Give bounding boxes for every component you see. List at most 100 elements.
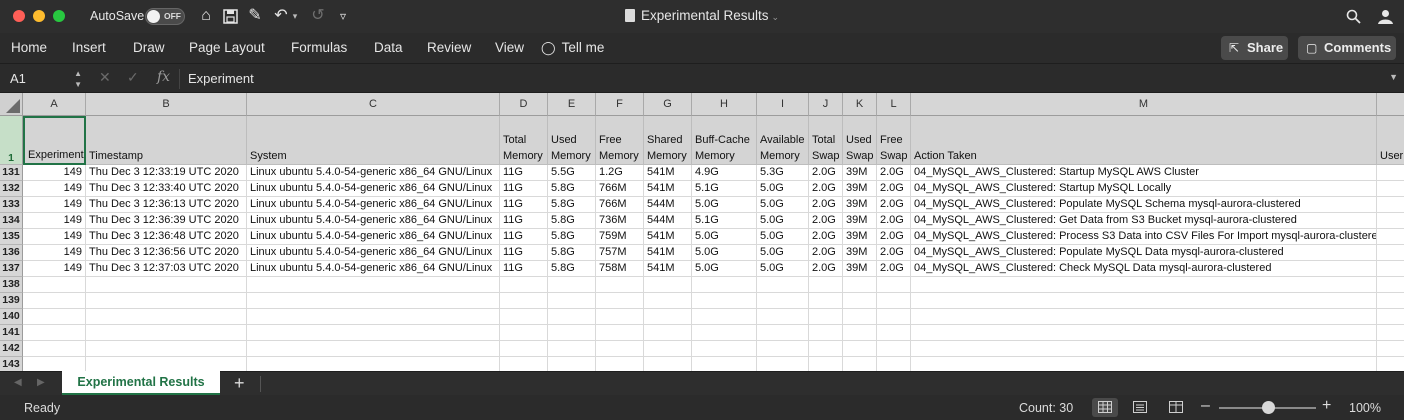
next-sheet-icon[interactable]: ▶ [37,377,45,388]
empty-cell[interactable] [247,277,500,293]
empty-cell[interactable] [843,341,877,357]
empty-cell[interactable] [500,357,548,371]
column-header-n[interactable]: N [1377,93,1404,116]
empty-cell[interactable] [86,277,247,293]
empty-cell[interactable] [843,357,877,371]
row-header[interactable]: 138 [0,277,23,293]
table-cell[interactable]: 757M [596,245,644,261]
table-cell[interactable]: Linux ubuntu 5.4.0-54-generic x86_64 GNU… [247,181,500,197]
table-cell[interactable]: 04_MySQL_AWS_Clustered: Get Data from S3… [911,213,1377,229]
row-header[interactable]: 142 [0,341,23,357]
table-cell[interactable]: Linux ubuntu 5.4.0-54-generic x86_64 GNU… [247,197,500,213]
empty-cell[interactable] [843,325,877,341]
column-header-l[interactable]: L [877,93,911,116]
page-break-view-button[interactable] [1163,398,1189,417]
empty-cell[interactable] [596,309,644,325]
table-cell[interactable]: Linux ubuntu 5.4.0-54-generic x86_64 GNU… [247,229,500,245]
table-cell[interactable]: Linux ubuntu 5.4.0-54-generic x86_64 GNU… [247,261,500,277]
empty-cell[interactable] [548,293,596,309]
table-cell[interactable]: Linux ubuntu 5.4.0-54-generic x86_64 GNU… [247,213,500,229]
empty-cell[interactable] [692,293,757,309]
account-icon[interactable] [1375,6,1395,26]
header-cell[interactable]: Free Memory [596,116,644,165]
empty-cell[interactable] [911,277,1377,293]
row-header[interactable]: 134 [0,213,23,229]
table-cell[interactable]: 39M [843,197,877,213]
table-cell[interactable]: 5.8G [548,261,596,277]
table-cell[interactable]: 2.0G [877,229,911,245]
empty-cell[interactable] [809,277,843,293]
empty-cell[interactable] [247,309,500,325]
empty-cell[interactable] [877,341,911,357]
empty-cell[interactable] [1377,341,1404,357]
empty-cell[interactable] [23,277,86,293]
tab-view[interactable]: View [495,40,524,55]
table-cell[interactable]: 11G [500,213,548,229]
table-cell[interactable]: 5.8G [548,213,596,229]
empty-cell[interactable] [500,277,548,293]
table-cell[interactable]: 541M [644,245,692,261]
sheet-tab-experimental-results[interactable]: Experimental Results [62,371,220,395]
column-header-d[interactable]: D [500,93,548,116]
empty-cell[interactable] [877,357,911,371]
column-header-h[interactable]: H [692,93,757,116]
empty-cell[interactable] [86,325,247,341]
table-cell[interactable]: 4.9G [692,165,757,181]
empty-cell[interactable] [1377,357,1404,371]
header-cell[interactable]: Total Swap [809,116,843,165]
table-cell[interactable]: 5.0G [692,245,757,261]
empty-cell[interactable] [1377,325,1404,341]
empty-cell[interactable] [644,293,692,309]
empty-cell[interactable] [1377,277,1404,293]
empty-cell[interactable] [692,309,757,325]
empty-cell[interactable] [809,357,843,371]
table-cell[interactable]: 541M [644,229,692,245]
empty-cell[interactable] [500,325,548,341]
empty-cell[interactable] [644,325,692,341]
empty-cell[interactable] [23,341,86,357]
column-header-c[interactable]: C [247,93,500,116]
table-cell[interactable]: 7.9 [1377,165,1404,181]
zoom-level[interactable]: 100% [1349,401,1381,415]
table-cell[interactable]: 544M [644,197,692,213]
empty-cell[interactable] [644,357,692,371]
row-header[interactable]: 137 [0,261,23,277]
table-cell[interactable]: 149 [23,165,86,181]
row-header[interactable]: 131 [0,165,23,181]
table-cell[interactable]: 5.3G [757,165,809,181]
page-layout-view-button[interactable] [1127,398,1153,417]
table-cell[interactable]: 2.0G [809,165,843,181]
table-cell[interactable]: 39M [843,165,877,181]
empty-cell[interactable] [596,325,644,341]
add-sheet-button[interactable]: + [234,373,245,393]
table-cell[interactable]: 04_MySQL_AWS_Clustered: Startup MySQL AW… [911,165,1377,181]
table-cell[interactable]: 149 [23,261,86,277]
column-header-j[interactable]: J [809,93,843,116]
empty-cell[interactable] [692,341,757,357]
tab-insert[interactable]: Insert [72,40,106,55]
table-cell[interactable]: 5.1G [692,213,757,229]
empty-cell[interactable] [692,357,757,371]
table-cell[interactable]: 149 [23,197,86,213]
empty-cell[interactable] [644,277,692,293]
table-cell[interactable]: 5.8G [548,229,596,245]
column-header-m[interactable]: M [911,93,1377,116]
table-cell[interactable]: 541M [644,181,692,197]
tab-draw[interactable]: Draw [133,40,165,55]
table-cell[interactable]: 39M [843,245,877,261]
zoom-in-button[interactable]: + [1322,397,1331,415]
column-header-k[interactable]: K [843,93,877,116]
empty-cell[interactable] [877,309,911,325]
empty-cell[interactable] [843,277,877,293]
empty-cell[interactable] [911,293,1377,309]
spreadsheet-grid[interactable]: ABCDEFGHIJKLMN 1 Experiment Timestamp System… [0,93,1404,371]
table-cell[interactable]: 2.0G [809,261,843,277]
table-cell[interactable]: 149 [23,245,86,261]
tab-page-layout[interactable]: Page Layout [189,40,265,55]
table-cell[interactable]: Thu Dec 3 12:37:03 UTC 2020 [86,261,247,277]
table-cell[interactable]: 39M [843,213,877,229]
row-header[interactable]: 140 [0,309,23,325]
table-cell[interactable]: Linux ubuntu 5.4.0-54-generic x86_64 GNU… [247,245,500,261]
table-cell[interactable]: 5. [1377,197,1404,213]
empty-cell[interactable] [877,277,911,293]
